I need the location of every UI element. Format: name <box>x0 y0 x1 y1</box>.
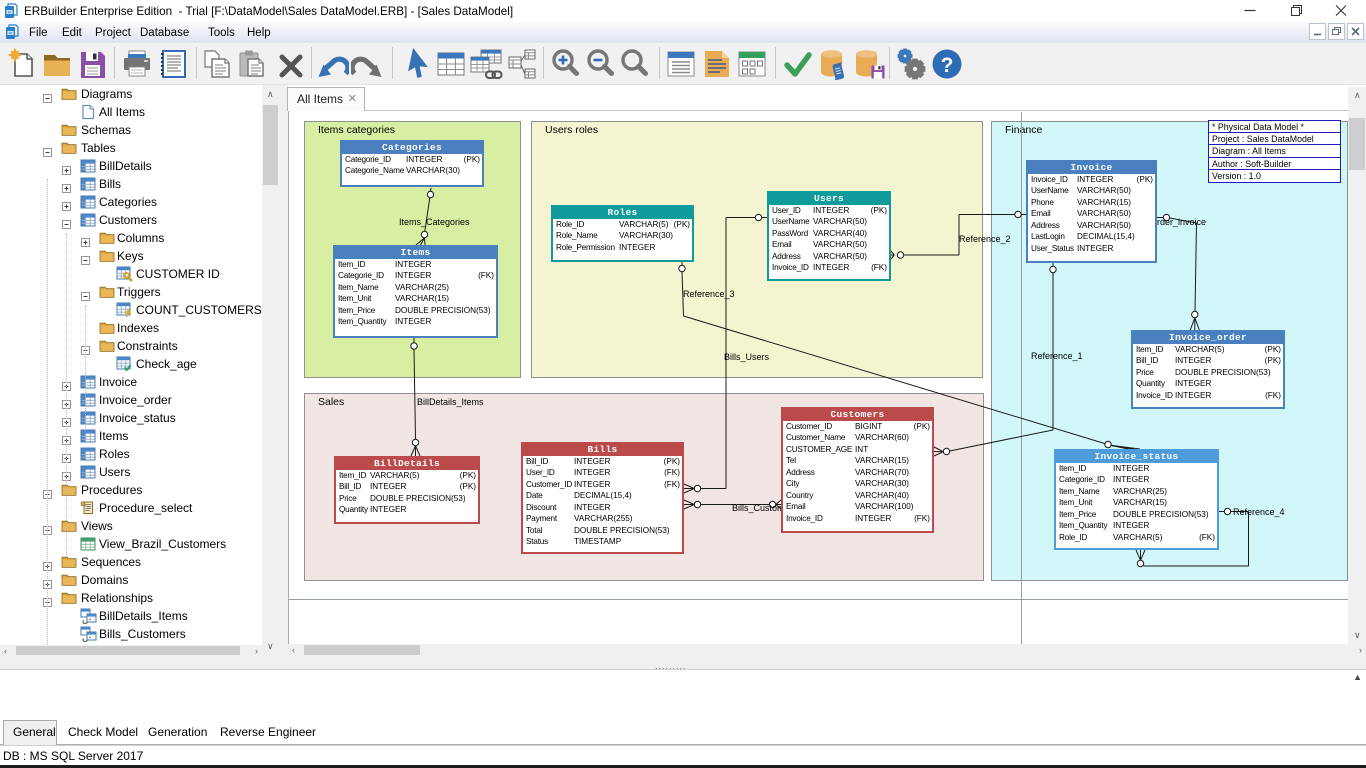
svg-text:?: ? <box>941 54 954 77</box>
